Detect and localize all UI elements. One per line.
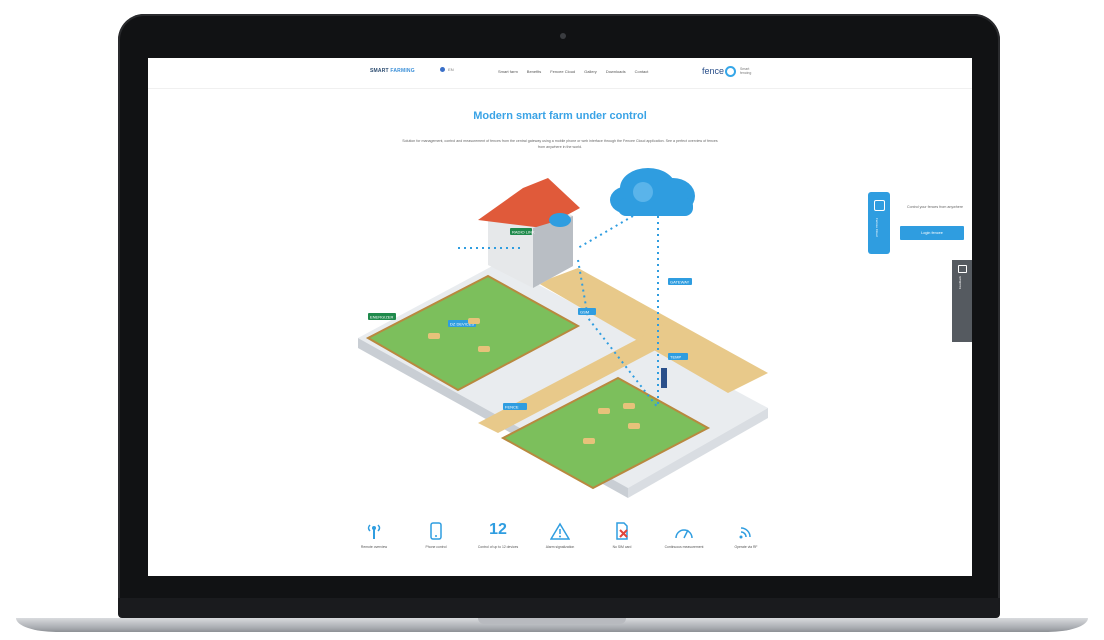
feature-label: Remote overview: [360, 545, 388, 549]
nav-item-smart-farm[interactable]: Smart farm: [498, 69, 518, 74]
feedback-label: Feedback: [958, 276, 962, 290]
feature-label: No SIM card: [612, 545, 632, 549]
brand-logo[interactable]: fence: [702, 66, 737, 78]
label-radio-link: RADIO LINK: [512, 230, 535, 235]
features-row: Remote overview Phone control 12 Control…: [348, 518, 772, 574]
login-button[interactable]: Login fencee: [900, 226, 964, 240]
label-fence: FENCE: [505, 405, 519, 410]
feature-label: Phone control: [425, 545, 447, 549]
brand-name: fence: [702, 66, 725, 76]
feature-label: Continuous measurement: [664, 545, 704, 549]
top-nav: SMART FARMING EN Smart farm Benefits Fen…: [148, 58, 972, 89]
nav-item-gallery[interactable]: Gallery: [584, 69, 597, 74]
hero-description: Solution for management, control and mea…: [402, 139, 718, 149]
side-tab-label: Fencee Cloud: [875, 218, 879, 237]
side-panel-text: Control your fences from anywhere: [907, 205, 963, 209]
feature-device-count: 12 Control of up to 12 devices: [472, 518, 524, 550]
fencee-cloud-tab[interactable]: Fencee Cloud: [868, 192, 890, 254]
phone-icon: [410, 518, 462, 540]
brand-tagline: Smart fencing: [740, 67, 752, 75]
feature-remote-overview: Remote overview: [348, 518, 400, 550]
flag-icon: [440, 67, 445, 73]
feature-alarm: Alarm signalization: [534, 518, 586, 550]
label-temp: TEMP: [670, 355, 681, 360]
feature-rf: Operate via RF: [720, 518, 772, 550]
warning-icon: [534, 518, 586, 540]
feature-label: Alarm signalization: [545, 545, 575, 549]
no-sim-icon: [596, 518, 648, 540]
smart-farm-illustration: RADIO LINK GATEWAY GSM ENERGIZER DZ DEVI…: [358, 168, 768, 498]
hero-title: Modern smart farm under control: [473, 110, 647, 122]
farmer-figure: [661, 368, 667, 388]
logo-sub-text: FARMING: [390, 68, 415, 74]
device-count-number: 12: [489, 521, 507, 538]
feature-label: Control of up to 12 devices: [477, 545, 519, 549]
language-switch[interactable]: EN: [440, 67, 454, 73]
nav-item-fencee-cloud[interactable]: Fencee Cloud: [550, 69, 575, 74]
label-gateway: GATEWAY: [670, 280, 690, 285]
chat-icon: [958, 265, 967, 273]
label-gsm: GSM: [580, 310, 589, 315]
feature-measurement: Continuous measurement: [658, 518, 710, 550]
nav-item-contact[interactable]: Contact: [635, 69, 649, 74]
feature-label: Operate via RF: [734, 545, 758, 549]
language-label: EN: [448, 67, 454, 72]
nav-menu: Smart farm Benefits Fencee Cloud Gallery…: [498, 69, 648, 74]
feature-phone-control: Phone control: [410, 518, 462, 550]
cloud-app-icon: [874, 200, 885, 211]
webcam: [560, 33, 566, 39]
feedback-tab[interactable]: Feedback: [952, 260, 972, 342]
label-energizer: ENERGIZER: [370, 315, 393, 320]
nav-item-benefits[interactable]: Benefits: [527, 69, 541, 74]
feature-no-sim: No SIM card: [596, 518, 648, 550]
laptop-lid-bottom: [118, 598, 1000, 618]
laptop-screen: SMART FARMING EN Smart farm Benefits Fen…: [148, 58, 972, 576]
wifi-icon: [720, 518, 772, 540]
laptop-notch: [478, 618, 626, 624]
antenna-icon: [348, 518, 400, 540]
site-logo[interactable]: SMART FARMING: [370, 68, 415, 74]
brand-ring-icon: [725, 66, 737, 78]
nav-item-downloads[interactable]: Downloads: [606, 69, 626, 74]
logo-main-text: SMART: [370, 68, 389, 74]
gauge-icon: [658, 518, 710, 540]
